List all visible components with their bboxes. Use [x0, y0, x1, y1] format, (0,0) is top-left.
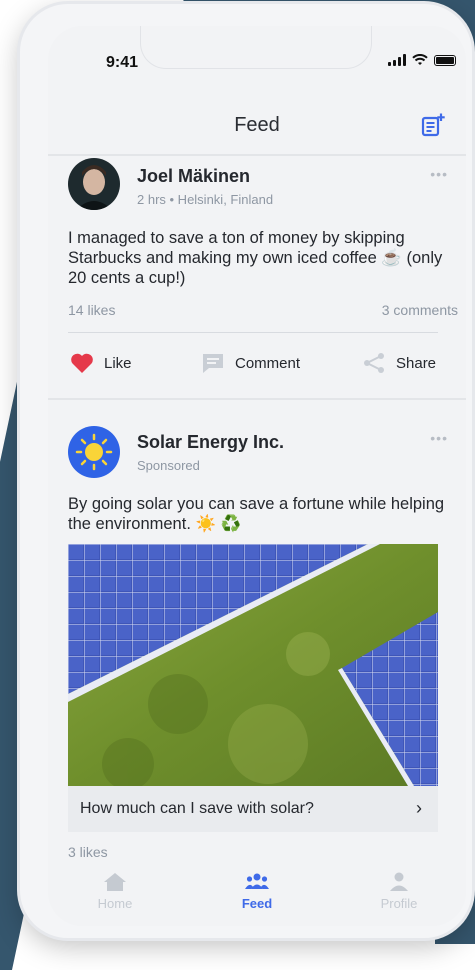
phone-frame: 9:41 Feed Joel Mäkinen 2 hrs • Helsinki,…: [20, 4, 472, 938]
chevron-right-icon: ›: [416, 798, 422, 818]
page-title: Feed: [234, 114, 280, 136]
share-button[interactable]: Share: [362, 352, 436, 374]
comments-count[interactable]: 3 comments: [382, 302, 458, 318]
like-button[interactable]: Like: [70, 352, 132, 374]
comment-icon: [203, 354, 223, 373]
like-label: Like: [104, 354, 132, 372]
post-separator: [48, 398, 466, 400]
wifi-icon: [412, 54, 428, 65]
likes-count[interactable]: 14 likes: [68, 302, 115, 318]
share-icon: [364, 353, 384, 373]
tab-feed[interactable]: Feed: [212, 872, 302, 911]
battery-icon: [434, 54, 456, 66]
sponsor-name[interactable]: Solar Energy Inc.: [137, 432, 284, 453]
feed-header: Feed: [48, 98, 466, 156]
sun-icon: [75, 433, 113, 471]
status-icons: [388, 54, 456, 66]
person-icon: [390, 872, 408, 891]
tab-home-label: Home: [97, 896, 133, 911]
cta-link[interactable]: How much can I save with solar? ›: [68, 786, 438, 832]
signal-icon: [388, 54, 406, 66]
phone-notch: [140, 26, 372, 69]
status-time: 9:41: [106, 54, 139, 71]
phone-screen: 9:41 Feed Joel Mäkinen 2 hrs • Helsinki,…: [48, 26, 466, 926]
tab-home[interactable]: Home: [70, 872, 160, 911]
comment-label: Comment: [235, 354, 301, 372]
post-options-icon[interactable]: •••: [430, 430, 448, 446]
post-options-icon[interactable]: •••: [430, 166, 448, 182]
sponsor-logo[interactable]: [68, 426, 120, 478]
home-icon: [104, 873, 126, 891]
cta-label: How much can I save with solar?: [80, 800, 314, 817]
post-author[interactable]: Joel Mäkinen: [137, 166, 250, 187]
tab-profile[interactable]: Profile: [354, 872, 444, 911]
heart-icon: [71, 353, 93, 373]
people-icon: [245, 873, 269, 889]
post-text: By going solar you can save a fortune wh…: [68, 495, 445, 533]
solar-panels-image[interactable]: [68, 544, 438, 786]
compose-post-icon[interactable]: [420, 112, 446, 138]
sponsored-label: Sponsored: [137, 458, 200, 473]
bottom-tab-bar: Home Feed Profile: [48, 858, 466, 926]
tab-profile-label: Profile: [380, 896, 418, 911]
post-text: I managed to save a ton of money by skip…: [68, 229, 443, 287]
comment-button[interactable]: Comment: [201, 352, 300, 374]
post-meta: 2 hrs • Helsinki, Finland: [137, 192, 274, 207]
avatar[interactable]: [68, 158, 120, 210]
post-divider: [68, 332, 438, 333]
tab-feed-label: Feed: [241, 896, 273, 911]
share-label: Share: [396, 354, 437, 372]
